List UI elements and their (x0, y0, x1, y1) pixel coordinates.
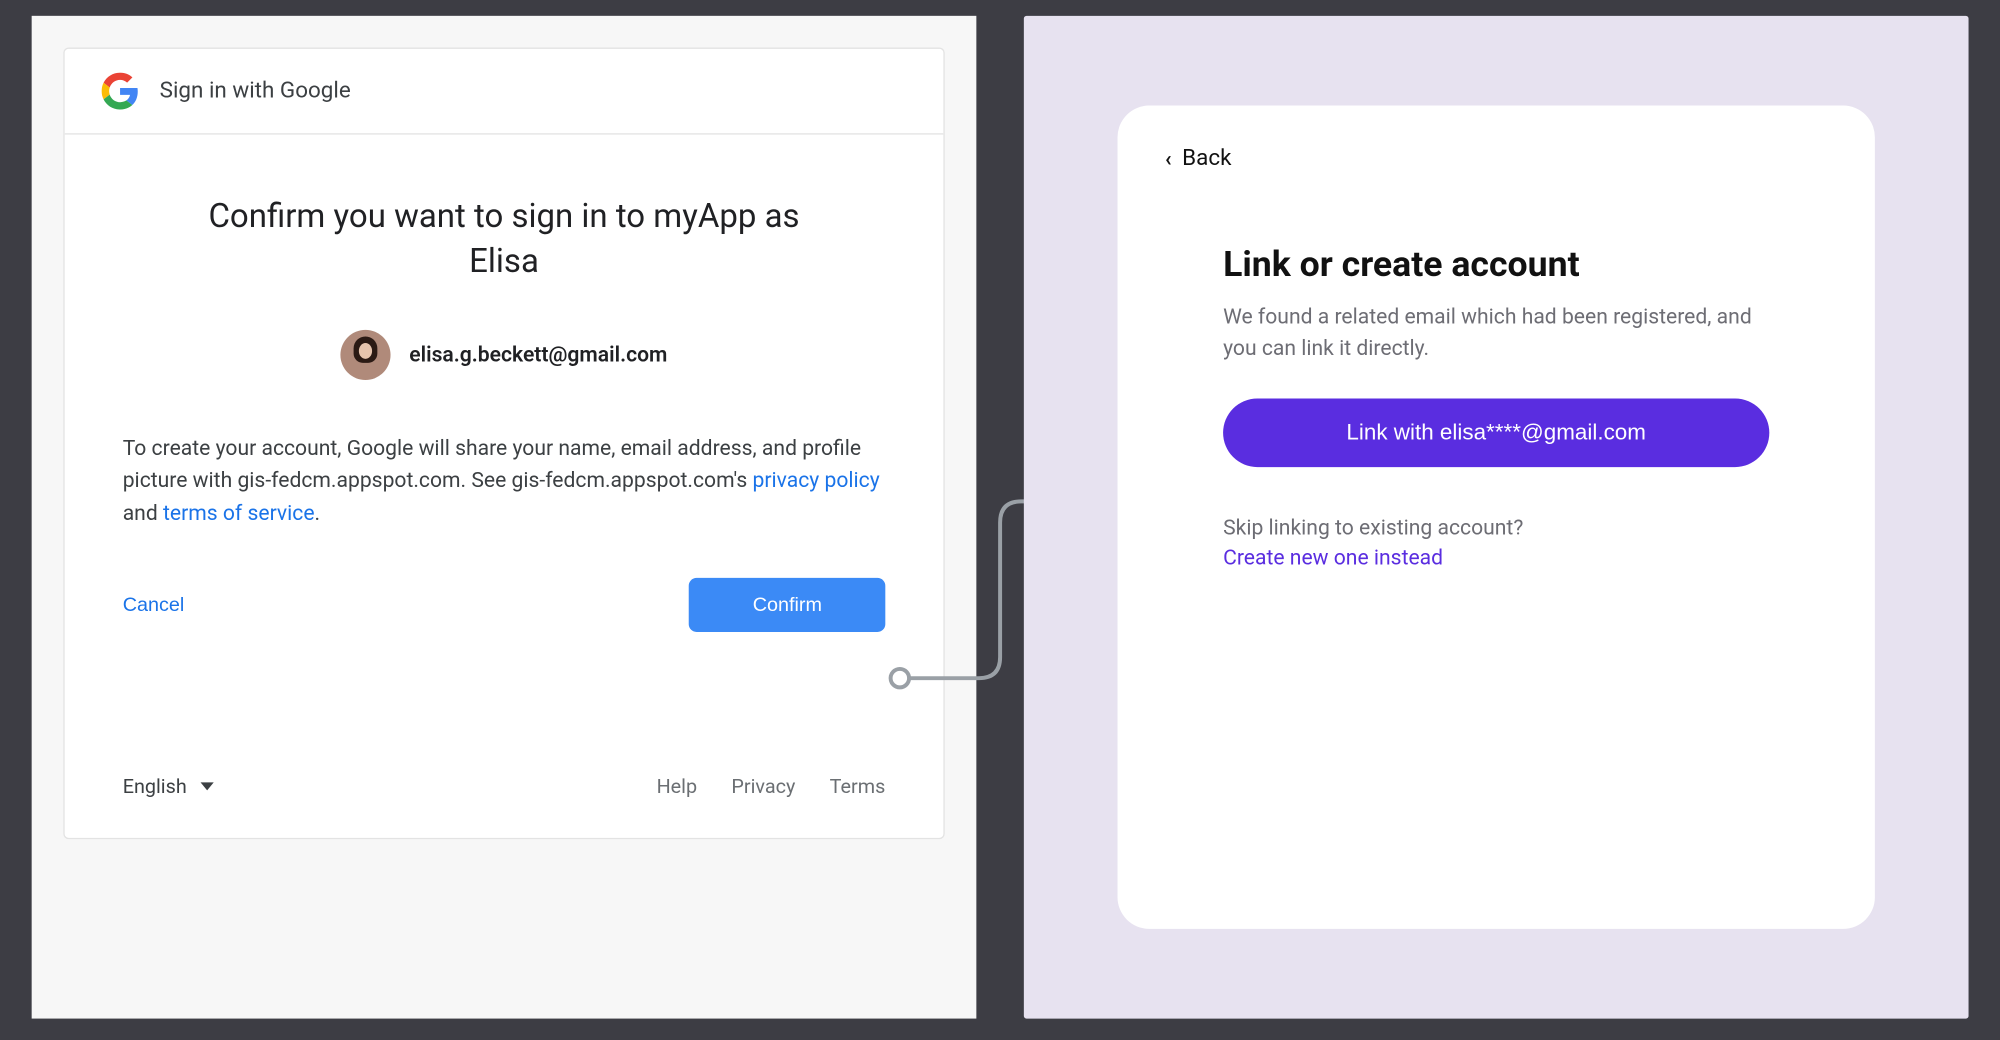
google-body: Confirm you want to sign in to myApp as … (65, 135, 944, 751)
google-consent-panel: Sign in with Google Confirm you want to … (32, 16, 977, 1019)
google-footer-links: Help Privacy Terms (657, 774, 886, 798)
footer-privacy-link[interactable]: Privacy (731, 774, 795, 798)
terms-of-service-link[interactable]: terms of service (163, 500, 315, 525)
link-account-description: We found a related email which had been … (1223, 301, 1769, 364)
language-label: English (123, 774, 187, 798)
back-button[interactable]: ‹ Back (1165, 145, 1827, 171)
google-footer: English Help Privacy Terms (65, 751, 944, 838)
google-consent-title: Confirm you want to sign in to myApp as … (187, 195, 820, 284)
app-card-body: Link or create account We found a relate… (1165, 243, 1827, 570)
skip-linking-label: Skip linking to existing account? (1223, 515, 1769, 540)
google-card: Sign in with Google Confirm you want to … (63, 47, 944, 838)
consent-text-mid: and (123, 500, 163, 525)
chevron-left-icon: ‹ (1165, 146, 1172, 171)
back-label: Back (1182, 145, 1231, 171)
cancel-button[interactable]: Cancel (123, 594, 185, 616)
google-consent-text: To create your account, Google will shar… (123, 432, 886, 530)
google-header: Sign in with Google (65, 49, 944, 135)
privacy-policy-link[interactable]: privacy policy (753, 467, 880, 492)
footer-help-link[interactable]: Help (657, 774, 698, 798)
link-account-button[interactable]: Link with elisa****@gmail.com (1223, 398, 1769, 467)
google-account-email: elisa.g.beckett@gmail.com (409, 342, 667, 367)
language-selector[interactable]: English (123, 774, 213, 798)
confirm-button[interactable]: Confirm (689, 578, 885, 632)
google-logo-icon (102, 73, 139, 110)
app-link-panel: ‹ Back Link or create account We found a… (1024, 16, 1969, 1019)
google-action-row: Cancel Confirm (123, 578, 886, 632)
create-new-account-link[interactable]: Create new one instead (1223, 545, 1769, 570)
chevron-down-icon (200, 782, 213, 790)
consent-text-end: . (315, 500, 321, 525)
google-account-row: elisa.g.beckett@gmail.com (123, 329, 886, 379)
footer-terms-link[interactable]: Terms (830, 774, 886, 798)
user-avatar-icon (341, 329, 391, 379)
link-account-title: Link or create account (1223, 243, 1769, 285)
app-card: ‹ Back Link or create account We found a… (1118, 106, 1875, 929)
consent-text-pre: To create your account, Google will shar… (123, 435, 861, 493)
google-header-label: Sign in with Google (160, 78, 351, 104)
